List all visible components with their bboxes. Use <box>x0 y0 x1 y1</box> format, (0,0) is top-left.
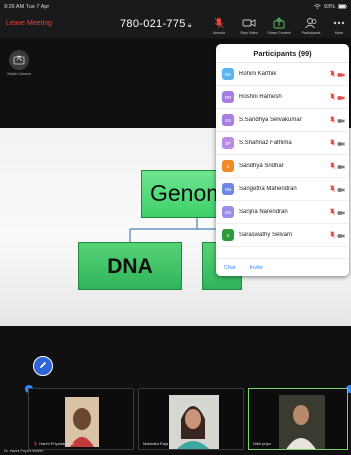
invite-button[interactable]: Invite <box>250 265 263 271</box>
participant-avatar: S <box>222 229 234 241</box>
participant-video-tile[interactable]: Malavika Raja <box>138 388 244 450</box>
participant-name: Roshni Ramesh <box>239 94 282 100</box>
participant-avatar: S <box>222 160 234 172</box>
participants-list: RK Rohini Karthik RR Roshni Ramesh SS S.Sandh… <box>216 63 349 247</box>
muted-mic-icon: 🎙︎ <box>33 441 39 446</box>
switch-camera-button[interactable]: Switch Camera <box>4 50 34 76</box>
participant-avatar: RR <box>222 91 234 103</box>
participants-label: Participants <box>301 31 321 35</box>
video-off-icon <box>337 134 345 152</box>
participants-title: Participants (99) <box>216 44 349 63</box>
participant-name: Sanjna Narendran <box>239 209 288 215</box>
participant-avatar: SF <box>222 137 234 149</box>
participant-name: Saraswathy Selvam <box>239 232 293 238</box>
muted-mic-icon <box>330 180 335 198</box>
participant-name: S.Shahnaz Fathima <box>239 140 292 146</box>
participant-avatar: RK <box>222 68 234 80</box>
unmute-label: Unmute <box>212 31 226 35</box>
participant-row[interactable]: S Sandhya Sridhar <box>216 155 349 178</box>
status-time: 9:26 AM Tue 7 Apr <box>4 4 50 10</box>
participant-name: Harini Priyadarshini <box>39 441 74 446</box>
participant-video-tile[interactable]: 🎙︎ Harini Priyadarshini <box>28 388 134 450</box>
participants-footer: Chat Invite <box>216 258 349 276</box>
muted-mic-icon <box>330 65 335 83</box>
participant-name: Sangetha Mahendran <box>239 186 297 192</box>
participant-name-tag: Malavika Raja <box>143 441 168 446</box>
participant-name: S.Sandhya Selvakumar <box>239 117 302 123</box>
participant-name: Sandhya Sridhar <box>239 163 284 169</box>
muted-mic-icon <box>330 88 335 106</box>
muted-mic-icon <box>330 111 335 129</box>
video-camera-icon <box>236 17 262 29</box>
pencil-icon <box>38 357 48 375</box>
status-bar: 9:26 AM Tue 7 Apr 93% <box>0 0 351 14</box>
more-label: More <box>334 31 344 35</box>
participant-row[interactable]: RK Rohini Karthik <box>216 63 349 86</box>
participant-row[interactable]: S Saraswathy Selvam <box>216 224 349 247</box>
participant-row[interactable]: SN Sanjna Narendran <box>216 201 349 224</box>
participant-name-tag: Nithi priya <box>253 441 271 446</box>
muted-mic-icon <box>330 226 335 244</box>
participant-avatar: SN <box>222 206 234 218</box>
battery-icon <box>338 3 347 11</box>
video-off-icon <box>337 180 345 198</box>
participant-row[interactable]: RR Roshni Ramesh <box>216 86 349 109</box>
muted-mic-icon <box>330 203 335 221</box>
slide-dna-box: DNA <box>78 242 182 290</box>
leave-meeting-button[interactable]: Leave Meeting <box>6 20 52 27</box>
screen-owner-caption: Dr. Harini Priya's screen <box>4 449 44 453</box>
battery-level: 93% <box>323 4 335 10</box>
muted-mic-icon <box>206 17 232 29</box>
participant-video-tile-active[interactable]: Nithi priya <box>248 388 348 450</box>
video-off-icon <box>337 157 345 175</box>
lock-icon: 🔒︎ <box>187 22 192 29</box>
switch-camera-icon <box>9 50 29 70</box>
more-icon <box>326 17 351 29</box>
video-thumbnails: 🎙︎ Harini Priyadarshini Malavika Raja Ni… <box>0 385 351 455</box>
participant-row[interactable]: SM Sangetha Mahendran <box>216 178 349 201</box>
participant-avatar: SS <box>222 114 234 126</box>
participant-name-tag: 🎙︎ Harini Priyadarshini <box>33 441 74 446</box>
stop-video-button[interactable]: Stop Video <box>236 17 262 35</box>
more-button[interactable]: More <box>326 17 351 35</box>
switch-camera-label: Switch Camera <box>7 72 31 76</box>
share-content-button[interactable]: Share Content <box>266 17 292 35</box>
video-off-icon <box>337 88 345 106</box>
participants-button[interactable]: Participants <box>298 17 324 35</box>
meeting-toolbar: Leave Meeting 780-021-775 🔒︎ Unmute Stop … <box>0 14 351 38</box>
video-off-icon <box>337 226 345 244</box>
video-off-icon <box>337 65 345 83</box>
chat-button[interactable]: Chat <box>224 265 236 271</box>
meeting-id-text: 780-021-775 <box>120 18 186 30</box>
participant-name: Nithi priya <box>253 441 271 446</box>
unmute-button[interactable]: Unmute <box>206 17 232 35</box>
wifi-icon <box>314 3 321 11</box>
muted-mic-icon <box>330 134 335 152</box>
stop-video-label: Stop Video <box>240 31 258 35</box>
video-off-icon <box>337 111 345 129</box>
participant-avatar: SM <box>222 183 234 195</box>
annotate-button[interactable] <box>33 356 53 376</box>
participant-name: Malavika Raja <box>143 441 169 446</box>
share-icon <box>266 17 292 29</box>
video-off-icon <box>337 203 345 221</box>
participants-panel: Participants (99) RK Rohini Karthik RR Rosh… <box>216 44 349 276</box>
muted-mic-icon <box>330 157 335 175</box>
share-content-label: Share Content <box>267 31 291 35</box>
meeting-id: 780-021-775 🔒︎ <box>120 18 192 30</box>
participant-row[interactable]: SS S.Sandhya Selvakumar <box>216 109 349 132</box>
participants-icon <box>298 17 324 29</box>
participant-name: Rohini Karthik <box>239 71 277 77</box>
participant-row[interactable]: SF S.Shahnaz Fathima <box>216 132 349 155</box>
